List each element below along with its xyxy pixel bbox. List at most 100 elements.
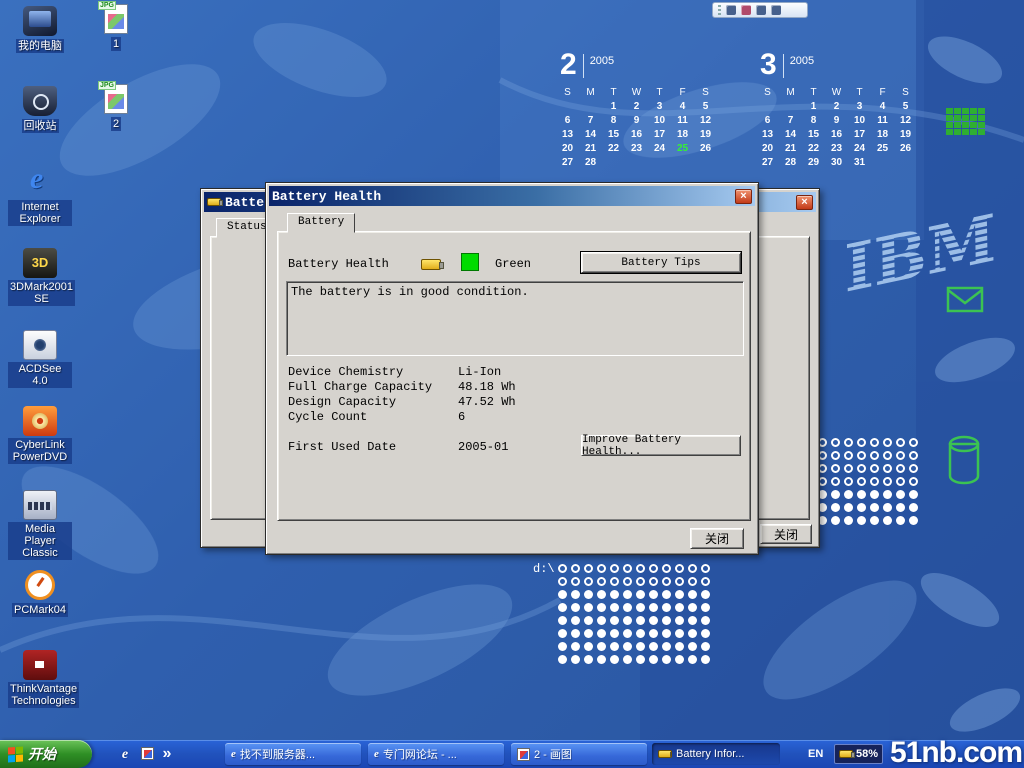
- dot: [623, 629, 632, 638]
- dot: [571, 577, 580, 586]
- recycle-bin-icon: [23, 86, 57, 116]
- dot: [558, 603, 567, 612]
- quicklaunch-ie-icon[interactable]: e: [116, 745, 134, 763]
- calendar-day: 7: [779, 114, 802, 128]
- dot: [662, 603, 671, 612]
- condition-textbox[interactable]: The battery is in good condition.: [286, 281, 744, 356]
- close-icon[interactable]: [735, 189, 752, 204]
- start-button[interactable]: 开始: [0, 740, 92, 768]
- dot: [584, 564, 593, 573]
- watermark: 51nb.com: [890, 736, 1022, 768]
- jpg-file-icon: [104, 4, 128, 34]
- calendar-weekday: F: [871, 86, 894, 100]
- tab-battery[interactable]: Battery: [287, 213, 355, 233]
- dot: [831, 438, 840, 447]
- dot: [597, 577, 606, 586]
- language-indicator[interactable]: EN: [808, 748, 823, 760]
- calendar-day: 9: [625, 114, 648, 128]
- speaker-icon[interactable]: [726, 5, 736, 15]
- calendar-weekday: F: [671, 86, 694, 100]
- dot: [909, 477, 918, 486]
- calendar-day: 2: [625, 100, 648, 114]
- close-dialog-button[interactable]: 关闭: [690, 528, 744, 549]
- taskbar-task-battery-information[interactable]: Battery Infor...: [652, 743, 780, 765]
- icon-label: CyberLink PowerDVD: [8, 438, 72, 464]
- grip-icon[interactable]: [718, 5, 721, 15]
- dot: [701, 564, 710, 573]
- desktop-icon-my-computer[interactable]: 我的电脑: [8, 6, 72, 54]
- calendar-day: 17: [848, 128, 871, 142]
- close-icon[interactable]: [796, 195, 813, 210]
- calendar-day: 30: [825, 156, 848, 170]
- utility-toolbar[interactable]: [712, 2, 808, 18]
- dot: [909, 464, 918, 473]
- grid-icon: [946, 108, 985, 135]
- calendar-day: 25: [871, 142, 894, 156]
- calendar-weekday: T: [602, 86, 625, 100]
- desktop-file-1[interactable]: 1: [88, 4, 144, 52]
- dot: [610, 616, 619, 625]
- desktop-icon-powerdvd[interactable]: CyberLink PowerDVD: [8, 406, 72, 465]
- pcmark-icon: [25, 570, 55, 600]
- dot: [857, 451, 866, 460]
- dot: [909, 516, 918, 525]
- dot: [857, 477, 866, 486]
- dot: [558, 564, 567, 573]
- dot: [896, 464, 905, 473]
- icon-label: 我的电脑: [16, 39, 64, 53]
- close-window-button[interactable]: 关闭: [760, 524, 812, 544]
- display-icon[interactable]: [756, 5, 766, 15]
- dot: [662, 577, 671, 586]
- dot: [597, 616, 606, 625]
- dot: [701, 577, 710, 586]
- dot-grid: [816, 436, 920, 527]
- desktop-icon-acdsee[interactable]: ACDSee 4.0: [8, 330, 72, 389]
- acdsee-icon: [23, 330, 57, 360]
- icon-label: ThinkVantage Technologies: [8, 682, 79, 708]
- dot-grid: [556, 562, 712, 666]
- keyboard-icon[interactable]: [771, 5, 781, 15]
- dot: [636, 577, 645, 586]
- icon-label: Media Player Classic: [8, 522, 72, 560]
- dot: [649, 655, 658, 664]
- dot: [623, 642, 632, 651]
- desktop-icon-thinkvantage[interactable]: ThinkVantage Technologies: [8, 650, 72, 709]
- quicklaunch-media-icon[interactable]: [138, 745, 156, 763]
- improve-battery-health-button[interactable]: Improve Battery Health...: [581, 435, 741, 456]
- taskbar-task-server-not-found[interactable]: e 找不到服务器...: [225, 743, 361, 765]
- battery-tips-button[interactable]: Battery Tips: [581, 252, 741, 273]
- calendar-day: 11: [671, 114, 694, 128]
- battery-health-titlebar[interactable]: Battery Health: [269, 186, 755, 206]
- dot: [571, 655, 580, 664]
- dot: [831, 477, 840, 486]
- calendar-weekday: M: [579, 86, 602, 100]
- desktop-icon-pcmark[interactable]: PCMark04: [8, 570, 72, 618]
- calendar-day: [602, 156, 625, 170]
- calendar-day: 21: [779, 142, 802, 156]
- dot: [597, 655, 606, 664]
- dot: [610, 603, 619, 612]
- desktop-file-2[interactable]: 2: [88, 84, 144, 132]
- calendar-day: 26: [894, 142, 917, 156]
- calendar-year: 2005: [590, 52, 614, 67]
- desktop-icon-media-player-classic[interactable]: Media Player Classic: [8, 490, 72, 561]
- taskbar: 开始 e » e 找不到服务器... e 专门网论坛 - ... 2 - 画图 …: [0, 740, 1024, 768]
- task-label: Battery Infor...: [676, 748, 744, 760]
- calendar-day: 24: [848, 142, 871, 156]
- desktop-icon-internet-explorer[interactable]: Internet Explorer: [8, 168, 72, 227]
- dot: [883, 464, 892, 473]
- taskbar-task-forum[interactable]: e 专门网论坛 - ...: [368, 743, 504, 765]
- calendar-day: [694, 156, 717, 170]
- calendar-day: [871, 156, 894, 170]
- calendar-grid: SMTWTFS123456789101112131415161718192021…: [756, 86, 921, 170]
- taskbar-task-paint[interactable]: 2 - 画图: [511, 743, 647, 765]
- quicklaunch-chevron[interactable]: »: [158, 745, 176, 763]
- icon-label: 回收站: [22, 119, 59, 133]
- tray-battery-indicator[interactable]: 58%: [834, 744, 883, 764]
- desktop-icon-3dmark[interactable]: 3DMark2001 SE: [8, 248, 72, 307]
- calendar-day: 26: [694, 142, 717, 156]
- 3dmark-icon: [23, 248, 57, 278]
- calendar-february: 2 2005 SMTWTFS12345678910111213141516171…: [556, 52, 721, 170]
- desktop-icon-recycle-bin[interactable]: 回收站: [8, 86, 72, 134]
- volume-icon[interactable]: [741, 5, 751, 15]
